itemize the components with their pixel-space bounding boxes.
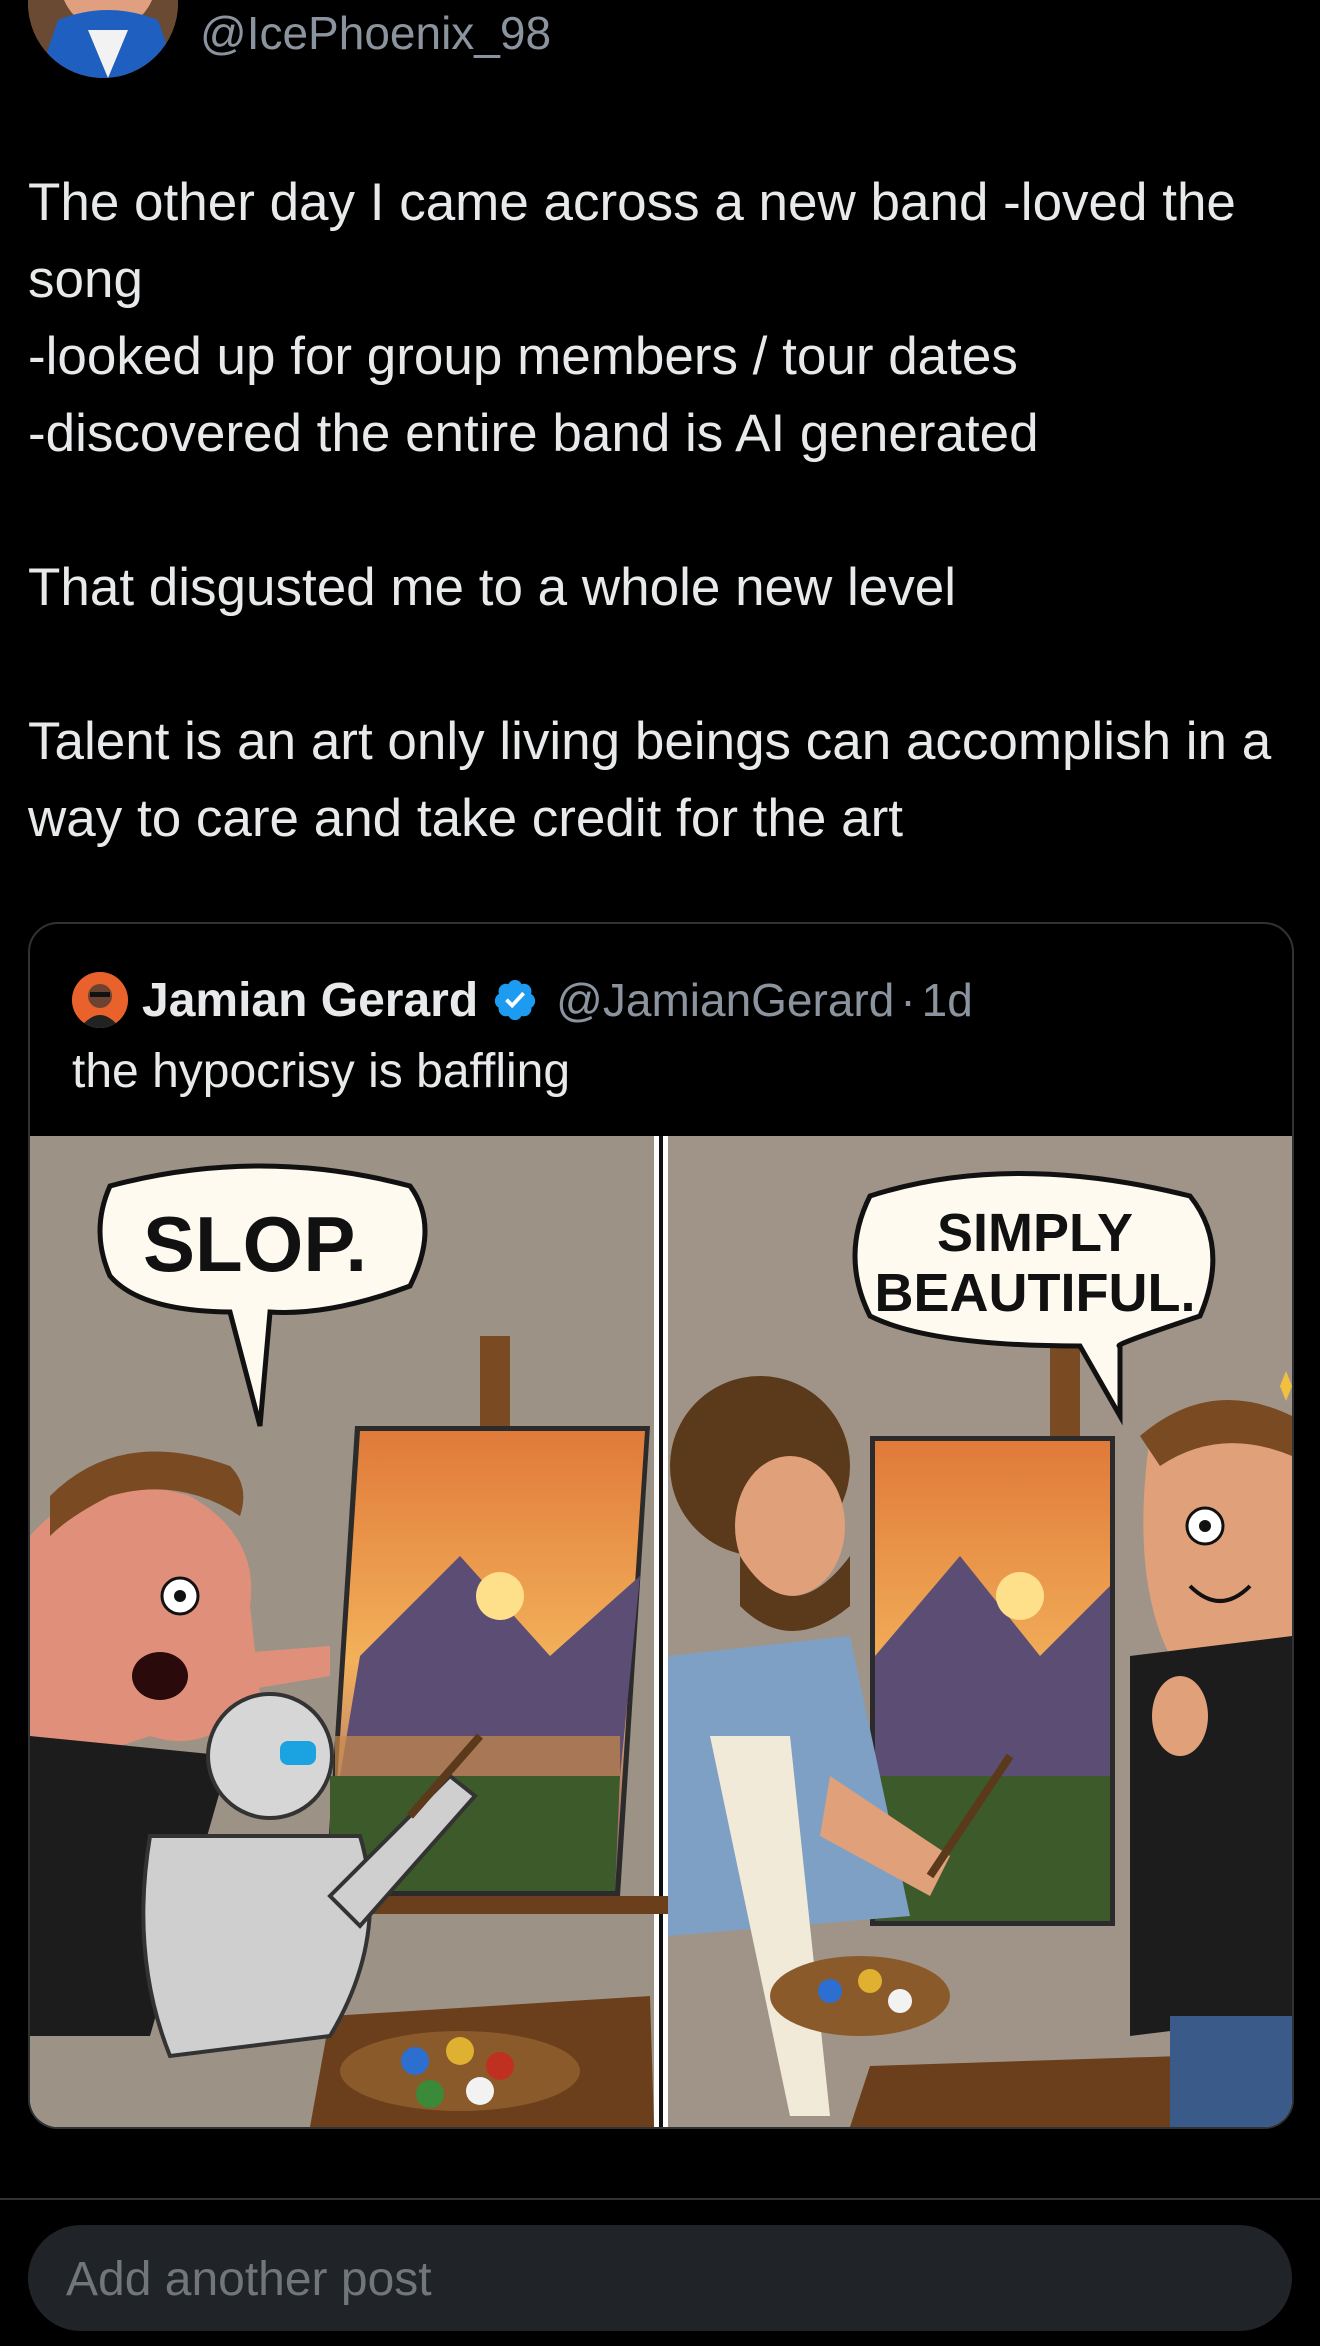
right-bubble-line1: SIMPLY bbox=[937, 1203, 1133, 1263]
avatar-image bbox=[28, 0, 178, 78]
quoted-post-text: the hypocrisy is baffling bbox=[72, 1045, 571, 1098]
comic-illustration: SLOP. SIMPLY BEAUTIFUL. bbox=[30, 1136, 1292, 2127]
quoted-post-header: Jamian Gerard @JamianGerard · 1d bbox=[72, 970, 973, 1030]
separator-dot: · bbox=[900, 974, 916, 1026]
verified-badge-icon bbox=[495, 979, 536, 1021]
post-line: The other day I came across a new band -… bbox=[28, 173, 1236, 309]
post-line: Talent is an art only living beings can … bbox=[28, 712, 1272, 848]
right-bubble-line2: BEAUTIFUL. bbox=[875, 1263, 1196, 1323]
quoted-author-avatar[interactable] bbox=[72, 972, 128, 1028]
reply-composer[interactable] bbox=[28, 2225, 1292, 2333]
post-line: That disgusted me to a whole new level bbox=[28, 558, 957, 617]
left-bubble-text: SLOP. bbox=[143, 1200, 367, 1288]
add-post-input[interactable] bbox=[64, 2225, 1248, 2333]
post-line: -looked up for group members / tour date… bbox=[28, 327, 1018, 386]
quoted-post-time[interactable]: 1d bbox=[922, 973, 973, 1027]
avatar-image bbox=[72, 972, 128, 1028]
author-avatar[interactable] bbox=[28, 0, 178, 78]
quoted-author-handle[interactable]: @JamianGerard bbox=[556, 973, 894, 1027]
author-handle[interactable]: @IcePhoenix_98 bbox=[200, 6, 551, 60]
post-body: The other day I came across a new band -… bbox=[28, 164, 1288, 857]
quoted-author-name[interactable]: Jamian Gerard bbox=[142, 973, 478, 1028]
quoted-post-image[interactable]: SLOP. SIMPLY BEAUTIFUL. bbox=[30, 1136, 1292, 2127]
post-line: -discovered the entire band is AI genera… bbox=[28, 404, 1039, 463]
divider bbox=[0, 2198, 1320, 2200]
quoted-post[interactable]: Jamian Gerard @JamianGerard · 1d the hyp… bbox=[28, 922, 1294, 2129]
